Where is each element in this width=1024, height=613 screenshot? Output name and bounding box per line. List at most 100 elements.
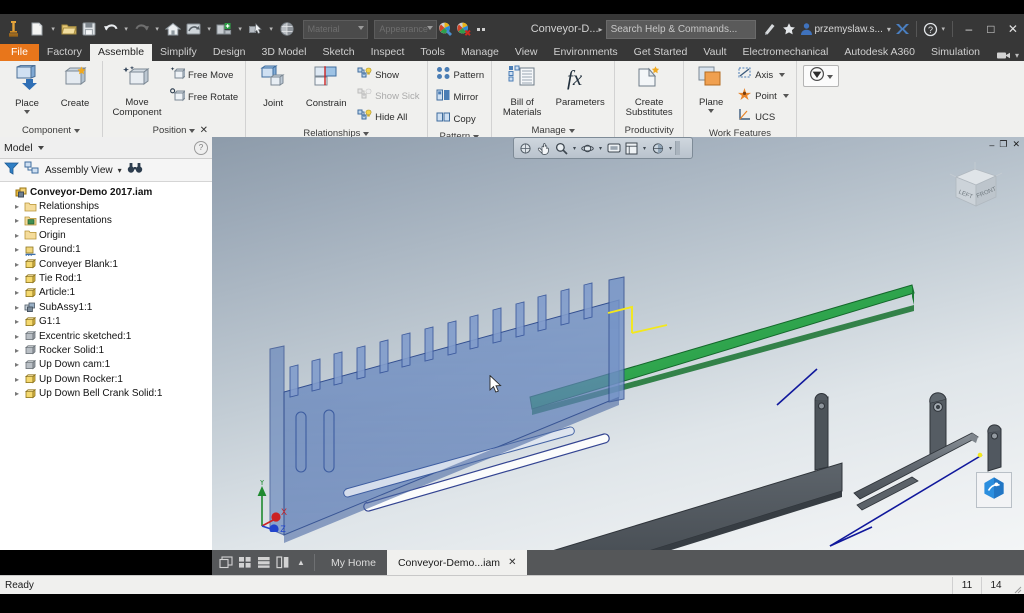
work-axis-dropdown-icon[interactable] — [779, 73, 786, 77]
select-button[interactable] — [246, 18, 266, 40]
expand-collapse-icon[interactable]: ▸ — [11, 317, 23, 326]
close-tab-icon[interactable]: ✕ — [508, 557, 516, 568]
close-icon[interactable]: ✕ — [200, 125, 208, 136]
help-question-icon[interactable]: ? — [194, 141, 208, 155]
ribbon-tab-electromechanical[interactable]: Electromechanical — [735, 44, 837, 61]
new-document-dropdown-icon[interactable]: ▾ — [49, 18, 58, 40]
zoom-dropdown-icon[interactable]: ▾ — [571, 140, 578, 156]
autodesk-a360-share-button[interactable] — [976, 472, 1012, 508]
visibility-appearance-button[interactable] — [802, 65, 839, 87]
tree-node-relationships[interactable]: ▸ Relationships — [11, 199, 212, 213]
redo-button[interactable] — [132, 18, 152, 40]
select-dropdown-icon[interactable]: ▾ — [267, 18, 276, 40]
free-move-button[interactable]: Free Move — [168, 65, 242, 86]
tree-node-ground-1[interactable]: ▸ Ground:1 — [11, 243, 212, 257]
update-dropdown-icon[interactable]: ▾ — [236, 18, 245, 40]
tree-node-conveyor-demo-2017-iam[interactable]: Conveyor-Demo 2017.iam — [2, 185, 212, 199]
expand-collapse-icon[interactable]: ▸ — [11, 245, 23, 254]
place-component-button[interactable]: Place — [3, 63, 51, 116]
maximize-window-button[interactable]: □ — [980, 15, 1002, 44]
user-account-menu[interactable]: przemyslaw.s... ▾ — [800, 22, 891, 36]
return-dropdown-icon[interactable]: ▾ — [205, 18, 214, 40]
mirror-button[interactable]: Mirror — [434, 87, 489, 108]
tree-node-g1-1[interactable]: ▸ G1:1 — [11, 315, 212, 329]
favorites-star-icon[interactable] — [780, 18, 798, 40]
sign-in-icon[interactable] — [762, 18, 780, 40]
tile-grid-button[interactable] — [236, 555, 253, 571]
filter-funnel-icon[interactable] — [4, 161, 19, 180]
work-point-dropdown-icon[interactable] — [782, 94, 789, 98]
orbit-dropdown-icon[interactable]: ▾ — [597, 140, 604, 156]
assembly-view-dropdown-icon[interactable]: ▾ — [118, 166, 122, 175]
create-component-button[interactable]: Create — [51, 63, 99, 111]
ribbon-tab-factory[interactable]: Factory — [39, 44, 90, 61]
tile-windows-button[interactable] — [217, 555, 234, 571]
ribbon-tab-inspect[interactable]: Inspect — [363, 44, 413, 61]
ribbon-panel-position-title[interactable]: Position — [103, 124, 245, 137]
chevron-down-icon[interactable] — [37, 145, 44, 150]
appearance-picker-icon[interactable] — [437, 18, 455, 40]
ribbon-tab-manage[interactable]: Manage — [453, 44, 507, 61]
display-views-button[interactable] — [623, 140, 640, 156]
create-substitutes-button[interactable]: Create Substitutes — [618, 63, 680, 120]
expand-collapse-icon[interactable]: ▸ — [11, 332, 23, 341]
undo-button[interactable] — [101, 18, 121, 40]
save-document-button[interactable] — [80, 18, 100, 40]
new-document-button[interactable] — [28, 18, 48, 40]
expand-collapse-icon[interactable]: ▸ — [11, 260, 23, 269]
close-window-button[interactable]: ✕ — [1002, 15, 1024, 44]
joint-button[interactable]: Joint — [249, 63, 297, 111]
ribbon-tab-sketch[interactable]: Sketch — [314, 44, 362, 61]
material-selector[interactable]: Material — [302, 19, 369, 39]
expand-collapse-icon[interactable]: ▸ — [11, 346, 23, 355]
tree-node-up-down-rocker-1[interactable]: ▸ Up Down Rocker:1 — [11, 372, 212, 386]
tab-my-home[interactable]: My Home — [320, 550, 387, 575]
free-rotate-button[interactable]: Free Rotate — [168, 87, 242, 108]
ribbon-panel-component-title[interactable]: Component — [0, 124, 102, 137]
ribbon-tab-environments[interactable]: Environments — [545, 44, 625, 61]
tree-node-conveyer-blank-1[interactable]: ▸ Conveyer Blank:1 — [11, 257, 212, 271]
ribbon-tab-get-started[interactable]: Get Started — [626, 44, 696, 61]
ucs-button[interactable]: UCS — [735, 107, 793, 127]
show-sick-button[interactable]: Show Sick — [355, 86, 423, 106]
show-relationships-button[interactable]: Show — [355, 65, 423, 85]
expand-collapse-icon[interactable]: ▸ — [11, 231, 23, 240]
constrain-button[interactable]: Constrain — [297, 63, 355, 111]
resize-grip-icon[interactable] — [1010, 577, 1024, 594]
expand-collapse-icon[interactable]: ▸ — [11, 375, 23, 384]
redo-dropdown-icon[interactable]: ▾ — [153, 18, 162, 40]
ribbon-tab-3d-model[interactable]: 3D Model — [254, 44, 315, 61]
expand-collapse-icon[interactable]: ▸ — [11, 216, 23, 225]
visibility-dropdown-icon[interactable] — [826, 74, 833, 79]
pattern-button[interactable]: Pattern — [434, 65, 489, 86]
tile-vertical-button[interactable] — [274, 555, 291, 571]
free-orbit-dropdown-icon[interactable]: ▾ — [667, 140, 674, 156]
move-component-button[interactable]: Move Component — [106, 63, 168, 120]
tree-node-subassy1-1[interactable]: ▸ SubAssy1:1 — [11, 300, 212, 314]
tree-node-rocker-solid-1[interactable]: ▸ Rocker Solid:1 — [11, 343, 212, 357]
tree-node-tie-rod-1[interactable]: ▸ Tie Rod:1 — [11, 271, 212, 285]
expand-collapse-icon[interactable]: ▸ — [11, 360, 23, 369]
help-button[interactable]: ? — [922, 18, 940, 40]
hide-all-button[interactable]: Hide All — [355, 107, 423, 127]
ribbon-tab-simplify[interactable]: Simplify — [152, 44, 205, 61]
navigation-bar-grip[interactable] — [675, 141, 680, 155]
display-views-dropdown-icon[interactable]: ▾ — [641, 140, 648, 156]
help-dropdown-icon[interactable]: ▾ — [940, 18, 947, 40]
tree-node-origin[interactable]: ▸ Origin — [11, 228, 212, 242]
pan-button[interactable] — [535, 140, 552, 156]
tree-node-up-down-cam-1[interactable]: ▸ Up Down cam:1 — [11, 358, 212, 372]
ribbon-tab-file[interactable]: File — [0, 44, 39, 61]
ribbon-tab-autodesk-a360[interactable]: Autodesk A360 — [836, 44, 923, 61]
copy-button[interactable]: Copy — [434, 109, 489, 130]
return-button[interactable] — [184, 18, 204, 40]
appearance-clear-icon[interactable] — [455, 18, 473, 40]
expand-collapse-icon[interactable]: ▸ — [11, 389, 23, 398]
tree-node-representations[interactable]: ▸ Representations — [11, 214, 212, 228]
work-plane-dropdown-icon[interactable] — [708, 109, 715, 113]
ribbon-tab-assemble[interactable]: Assemble — [89, 44, 153, 61]
work-axis-button[interactable]: Axis — [735, 65, 793, 85]
orbit-button[interactable] — [579, 140, 596, 156]
expand-tabs-caret-icon[interactable]: ▲ — [293, 555, 309, 571]
look-at-button[interactable] — [605, 140, 622, 156]
